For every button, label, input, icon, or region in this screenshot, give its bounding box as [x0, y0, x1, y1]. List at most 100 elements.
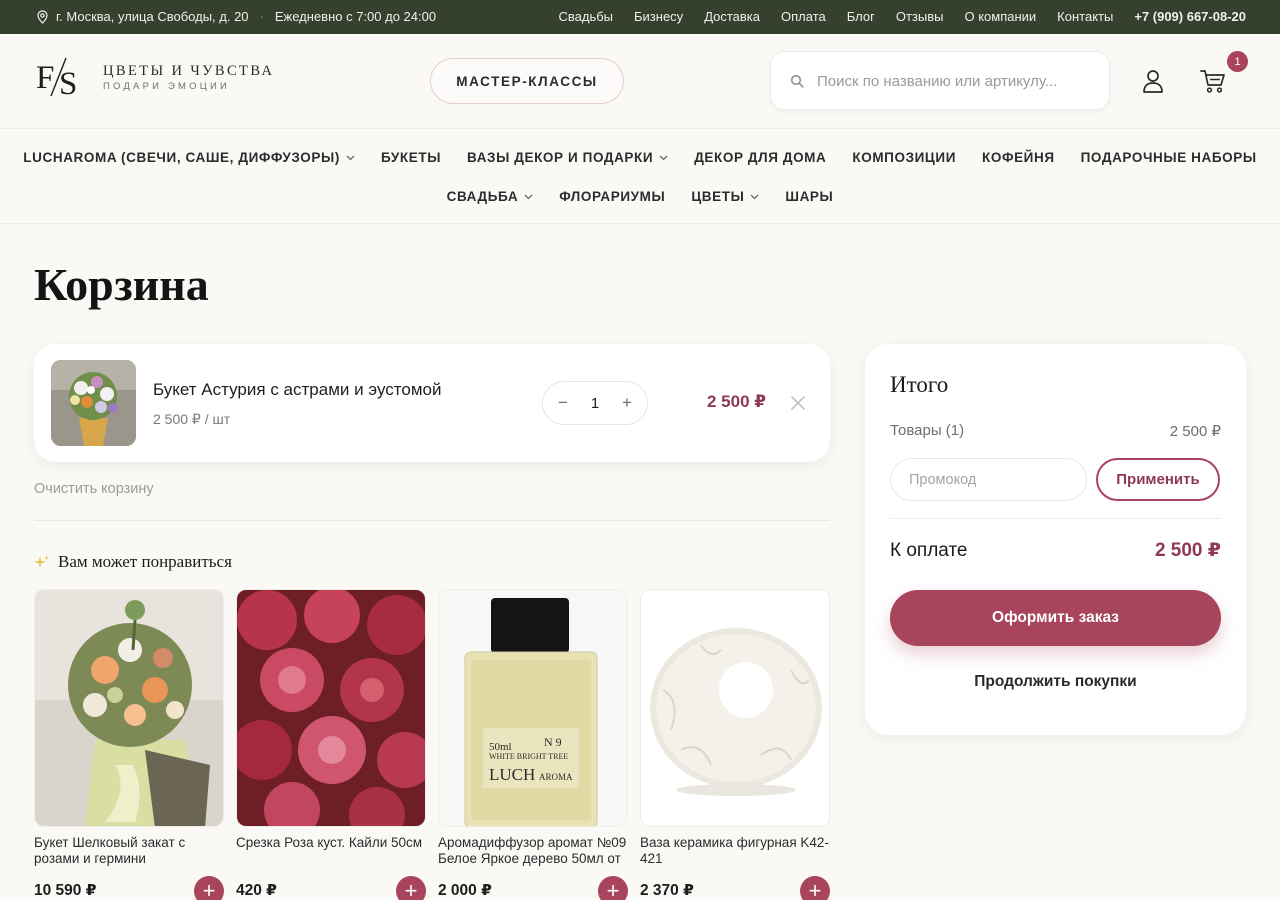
master-classes-button[interactable]: МАСТЕР-КЛАССЫ [430, 58, 624, 104]
bouquet-thumbnail-image [51, 360, 136, 446]
nav-item-label: КОМПОЗИЦИИ [852, 150, 956, 165]
add-to-cart-button[interactable]: + [598, 876, 628, 900]
diffuser-bottle-image: 50ml N 9 WHITE BRIGHT TREE LUCH AROMA [439, 590, 627, 826]
bouquet-image [35, 590, 223, 826]
cart-item-total: 2 500 ₽ [707, 392, 767, 411]
nav-item-coffee-shop[interactable]: КОФЕЙНЯ [982, 150, 1055, 165]
chevron-down-icon [524, 194, 533, 199]
roses-image [237, 590, 425, 826]
order-summary: Итого Товары (1) 2 500 ₽ Применить К опл… [865, 344, 1246, 735]
total-value: 2 500 ₽ [1154, 540, 1221, 561]
product-card[interactable]: 50ml N 9 WHITE BRIGHT TREE LUCH AROMA Ар… [438, 589, 628, 900]
address-text: г. Москва, улица Свободы, д. 20 [56, 9, 249, 24]
nav-item-label: ДЕКОР ДЛЯ ДОМА [694, 150, 827, 165]
nav-item-label: ПОДАРОЧНЫЕ НАБОРЫ [1080, 150, 1257, 165]
quantity-plus-button[interactable]: + [620, 393, 634, 413]
product-name[interactable]: Ваза керамика фигурная K42-421 [640, 835, 830, 869]
top-link-contacts[interactable]: Контакты [1057, 9, 1113, 24]
nav-item-label: КОФЕЙНЯ [982, 150, 1055, 165]
user-icon[interactable] [1141, 68, 1165, 94]
product-price: 10 590 ₽ [34, 882, 97, 899]
nav-item-flowers[interactable]: ЦВЕТЫ [691, 189, 759, 204]
product-card[interactable]: Букет Шелковый закат с розами и гермини … [34, 589, 224, 900]
sparkle-icon [34, 555, 50, 568]
recommendations-heading: Вам может понравиться [34, 552, 232, 572]
quantity-value[interactable]: 1 [591, 395, 599, 412]
search-input[interactable] [817, 66, 1097, 96]
chevron-down-icon [346, 155, 355, 160]
checkout-button[interactable]: Оформить заказ [890, 590, 1221, 646]
chevron-down-icon [659, 155, 668, 160]
promo-code-input[interactable] [890, 458, 1087, 501]
add-to-cart-button[interactable]: + [194, 876, 224, 900]
product-price: 2 000 ₽ [438, 882, 492, 899]
separator-dot: · [259, 9, 264, 24]
nav-item-vases-decor-gifts[interactable]: ВАЗЫ ДЕКОР И ПОДАРКИ [467, 150, 668, 165]
total-label: К оплате [890, 540, 968, 561]
product-name[interactable]: Аромадиффузор аромат №09 Белое Яркое дер… [438, 835, 628, 869]
product-card[interactable]: Ваза керамика фигурная K42-421 2 370 ₽ + [640, 589, 830, 900]
cart-item-image[interactable] [51, 360, 136, 446]
top-links: Свадьбы Бизнесу Доставка Оплата Блог Отз… [558, 9, 1246, 24]
bottle-brand-text: LUCH [489, 765, 535, 784]
divider [890, 518, 1221, 519]
top-bar: г. Москва, улица Свободы, д. 20 · Ежедне… [0, 0, 1280, 34]
product-card[interactable]: Срезка Роза куст. Кайли 50см 420 ₽ + [236, 589, 426, 900]
cart-item-unit-price: 2 500 ₽ / шт [153, 411, 231, 427]
continue-shopping-button[interactable]: Продолжить покупки [890, 673, 1221, 691]
top-link-delivery[interactable]: Доставка [704, 9, 760, 24]
product-image[interactable] [640, 589, 830, 827]
nav-row-1: LUCHAROMA (СВЕЧИ, САШЕ, ДИФФУЗОРЫ) БУКЕТ… [0, 150, 1280, 165]
store-address: г. Москва, улица Свободы, д. 20 · Ежедне… [36, 9, 436, 24]
recommendations-title: Вам может понравиться [58, 552, 232, 571]
nav-item-label: СВАДЬБА [446, 189, 519, 204]
logo-title[interactable]: ЦВЕТЫ И ЧУВСТВА [103, 63, 274, 80]
nav-item-wedding[interactable]: СВАДЬБА [447, 189, 534, 204]
chevron-down-icon [750, 194, 759, 199]
nav-item-lucharoma[interactable]: LUCHAROMA (СВЕЧИ, САШЕ, ДИФФУЗОРЫ) [23, 150, 355, 165]
nav-item-gift-sets[interactable]: ПОДАРОЧНЫЕ НАБОРЫ [1081, 150, 1257, 165]
product-name[interactable]: Букет Шелковый закат с розами и гермини [34, 835, 224, 869]
cart-item-name[interactable]: Букет Астурия с астрами и эустомой [153, 380, 442, 400]
logo-mark[interactable]: F S [36, 56, 82, 98]
product-name[interactable]: Срезка Роза куст. Кайли 50см [236, 835, 426, 869]
page-title: Корзина [34, 259, 209, 310]
add-to-cart-button[interactable]: + [396, 876, 426, 900]
top-link-reviews[interactable]: Отзывы [896, 9, 944, 24]
nav-item-compositions[interactable]: КОМПОЗИЦИИ [852, 150, 956, 165]
top-link-about[interactable]: О компании [964, 9, 1036, 24]
search-icon [790, 74, 804, 88]
phone-number[interactable]: +7 (909) 667-08-20 [1134, 9, 1246, 24]
product-image[interactable] [236, 589, 426, 827]
opening-hours: Ежедневно с 7:00 до 24:00 [274, 9, 437, 24]
svg-text:F: F [36, 60, 54, 96]
nav-item-bouquets[interactable]: БУКЕТЫ [381, 150, 441, 165]
top-link-payment[interactable]: Оплата [781, 9, 826, 24]
divider [34, 520, 830, 521]
quantity-minus-button[interactable]: − [556, 393, 570, 413]
bottle-number-text: N 9 [544, 735, 562, 749]
nav-item-label: ШАРЫ [785, 189, 834, 204]
product-image[interactable]: 50ml N 9 WHITE BRIGHT TREE LUCH AROMA [438, 589, 628, 827]
nav-item-home-decor[interactable]: ДЕКОР ДЛЯ ДОМА [694, 150, 826, 165]
cart-icon[interactable] [1199, 68, 1227, 94]
remove-item-icon[interactable] [790, 395, 806, 411]
summary-goods-value: 2 500 ₽ [1169, 423, 1221, 440]
top-link-blog[interactable]: Блог [847, 9, 875, 24]
search-box [770, 51, 1110, 110]
header: F S ЦВЕТЫ И ЧУВСТВА ПОДАРИ ЭМОЦИИ МАСТЕР… [0, 34, 1280, 128]
add-to-cart-button[interactable]: + [800, 876, 830, 900]
cart-count-badge: 1 [1227, 51, 1248, 72]
top-link-business[interactable]: Бизнесу [634, 9, 683, 24]
summary-title: Итого [890, 372, 949, 397]
ceramic-vase-image [641, 590, 829, 826]
top-link-weddings[interactable]: Свадьбы [558, 9, 613, 24]
bottle-brand-tail-text: AROMA [539, 772, 573, 782]
product-image[interactable] [34, 589, 224, 827]
product-price: 420 ₽ [236, 882, 277, 899]
apply-promo-button[interactable]: Применить [1096, 458, 1220, 501]
quantity-stepper: − 1 + [542, 381, 648, 425]
nav-item-florariums[interactable]: ФЛОРАРИУМЫ [559, 189, 665, 204]
clear-cart-link[interactable]: Очистить корзину [34, 481, 154, 497]
nav-item-balloons[interactable]: ШАРЫ [785, 189, 833, 204]
